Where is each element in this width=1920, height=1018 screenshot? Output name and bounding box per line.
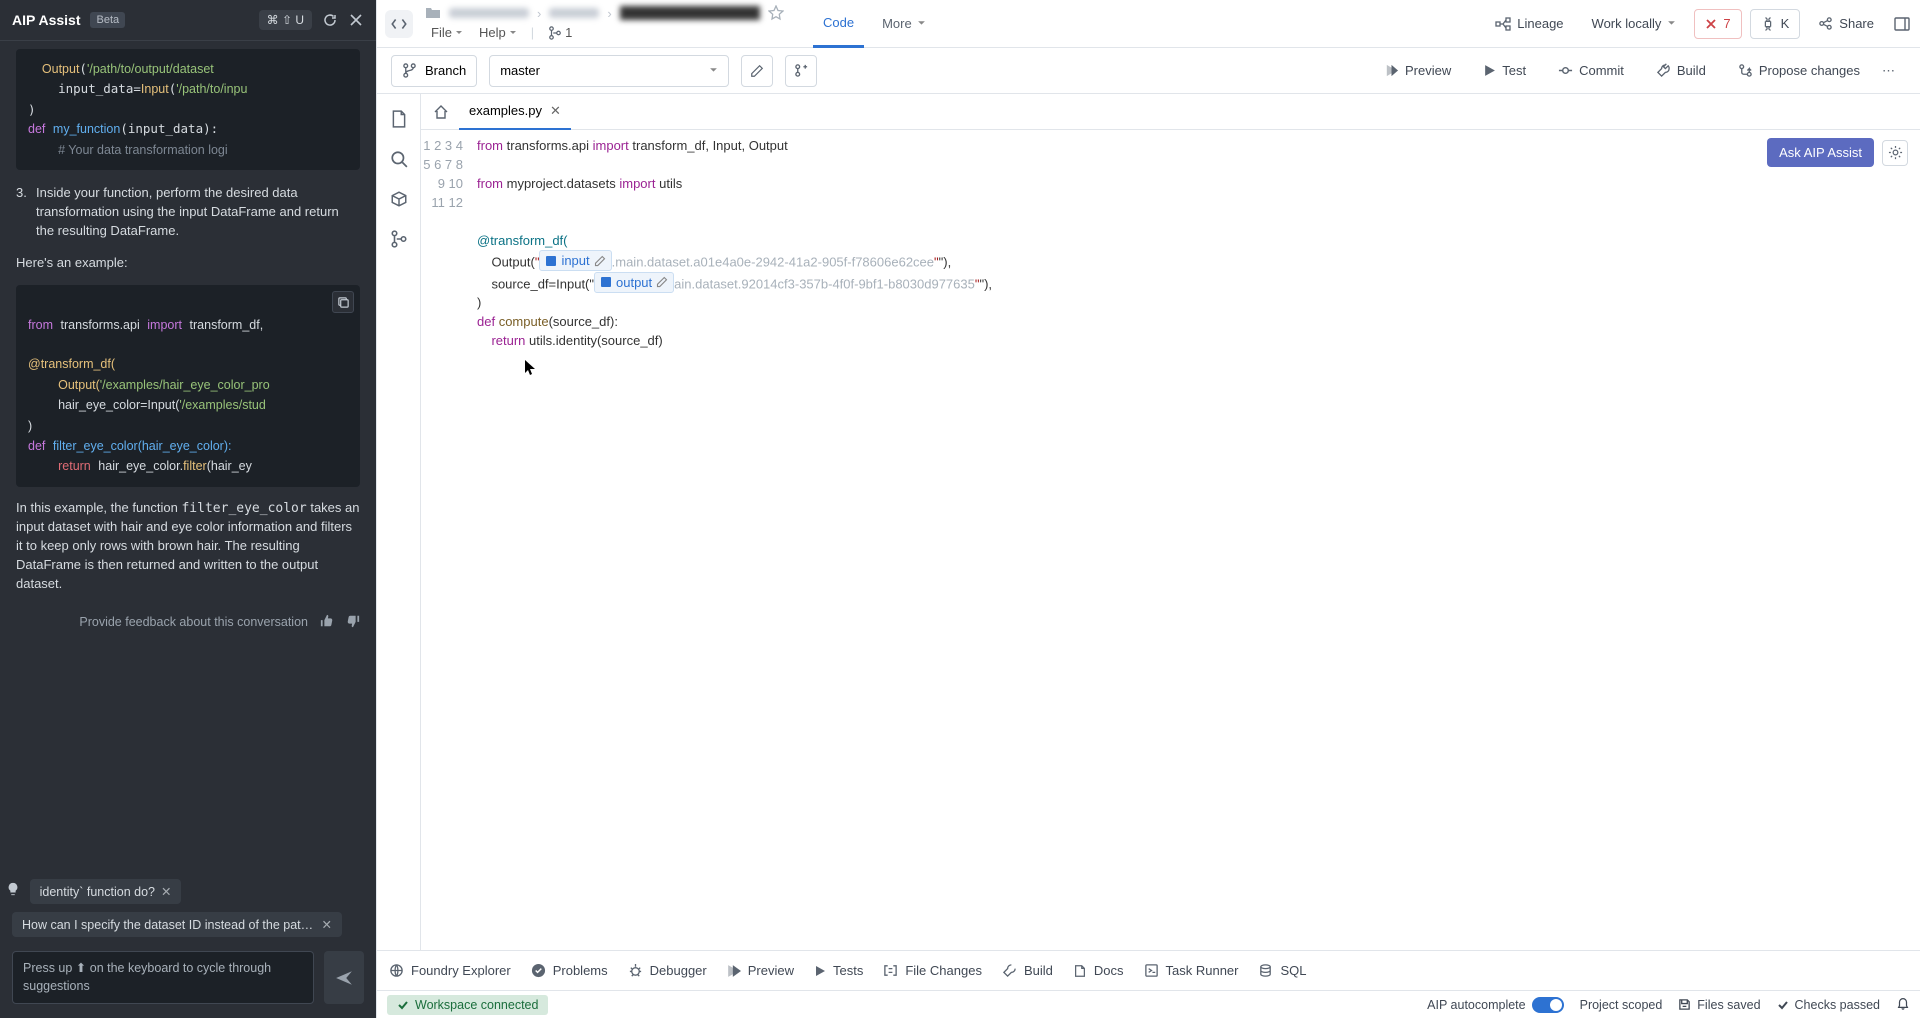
step-number: 3. [16,184,30,241]
breadcrumb-seg-2[interactable] [549,8,599,18]
branch-select[interactable]: master [489,55,729,87]
breadcrumb-seg-1[interactable] [449,8,529,18]
search-icon[interactable] [388,148,410,170]
branch-button[interactable]: Branch [391,55,477,87]
bottom-panel-tabs: Foundry Explorer Problems Debugger Previ… [377,950,1920,990]
tab-file-changes[interactable]: File Changes [883,963,982,978]
tab-build[interactable]: Build [1002,963,1053,978]
feedback-label: Provide feedback about this conversation [79,615,308,629]
breadcrumb-title [620,6,760,20]
suggestion-chip-1[interactable]: identity` function do? ✕ [30,879,182,904]
copy-icon[interactable] [332,291,354,313]
mouse-cursor-icon [525,360,537,381]
file-menu[interactable]: File [425,23,469,42]
tab-code[interactable]: Code [813,0,864,48]
aip-assist-panel: AIP Assist Beta ⌘ ⇧ U Output('/path/to/o… [0,0,376,1018]
propose-changes-button[interactable]: Propose changes [1728,55,1870,87]
work-locally-button[interactable]: Work locally [1582,9,1687,39]
tab-foundry-explorer[interactable]: Foundry Explorer [389,963,511,978]
aip-explanation: In this example, the function filter_eye… [16,499,360,594]
preview-button[interactable]: Preview [1374,55,1461,87]
dataset-chip-output[interactable]: output [594,272,674,293]
breadcrumb: › › File Help | 1 [425,5,805,42]
suggestion-chip-2[interactable]: How can I specify the dataset ID instead… [12,912,342,937]
workspace-status: Workspace connected [387,995,548,1015]
build-button[interactable]: Build [1646,55,1716,87]
tab-preview[interactable]: Preview [727,963,794,978]
aip-footer: identity` function do? ✕ How can I speci… [0,867,376,1018]
top-bar: › › File Help | 1 Code More Lineage [377,0,1920,48]
notifications-icon[interactable] [1896,996,1910,1013]
thumbs-down-icon[interactable] [346,614,360,631]
tab-sql[interactable]: SQL [1258,963,1306,978]
close-icon[interactable] [348,12,364,28]
more-icon[interactable]: ⋯ [1882,63,1906,79]
lineage-button[interactable]: Lineage [1485,9,1573,39]
tab-tests[interactable]: Tests [814,963,863,978]
close-icon[interactable]: ✕ [550,103,561,119]
package-icon[interactable] [388,188,410,210]
code-editor[interactable]: 1 2 3 4 5 6 7 8 9 10 11 12 from transfor… [421,130,1920,950]
example-intro: Here's an example: [16,254,360,273]
aip-title: AIP Assist [12,12,80,28]
send-button[interactable] [324,951,364,1004]
command-k-button[interactable]: K [1750,9,1801,39]
edit-icon[interactable] [741,55,773,87]
dataset-chip-input[interactable]: input [539,250,611,271]
tab-docs[interactable]: Docs [1073,963,1124,978]
new-branch-icon[interactable] [785,55,817,87]
aip-step-3: 3. Inside your function, perform the des… [16,184,360,241]
version-control-icon[interactable]: 1 [542,23,578,42]
branch-bar: Branch master Preview Test Commit Build … [377,48,1920,94]
share-button[interactable]: Share [1808,9,1884,39]
panel-toggle-icon[interactable] [1892,9,1912,39]
aip-input[interactable]: Press up ⬆ on the keyboard to cycle thro… [12,951,314,1004]
aip-code-block-1: Output('/path/to/output/dataset input_da… [16,49,360,170]
refresh-icon[interactable] [322,12,338,28]
tab-debugger[interactable]: Debugger [628,963,707,978]
feedback-row: Provide feedback about this conversation [16,606,360,635]
tab-task-runner[interactable]: Task Runner [1144,963,1239,978]
git-icon[interactable] [388,228,410,250]
aip-header: AIP Assist Beta ⌘ ⇧ U [0,0,376,41]
checks-passed-status: Checks passed [1777,998,1880,1012]
line-gutter: 1 2 3 4 5 6 7 8 9 10 11 12 [421,136,477,950]
files-saved-status: Files saved [1678,998,1760,1012]
aip-body: Output('/path/to/output/dataset input_da… [0,41,376,867]
thumbs-up-icon[interactable] [320,614,334,631]
tab-row: examples.py ✕ [421,94,1920,130]
home-icon[interactable] [425,96,457,128]
close-icon[interactable]: ✕ [161,884,171,899]
error-count-button[interactable]: 7 [1694,9,1741,39]
help-menu[interactable]: Help [473,23,523,42]
aip-autocomplete-toggle[interactable]: AIP autocomplete [1427,997,1563,1013]
icon-rail [377,94,421,950]
close-icon[interactable]: ✕ [322,917,332,932]
star-icon[interactable] [768,5,784,21]
main-area: › › File Help | 1 Code More Lineage [376,0,1920,1018]
aip-code-block-2: from transforms.api import transform_df,… [16,285,360,486]
folder-icon [425,5,441,21]
file-icon[interactable] [388,108,410,130]
file-tab-examples[interactable]: examples.py ✕ [459,94,571,130]
tab-problems[interactable]: Problems [531,963,608,978]
project-scoped-status: Project scoped [1580,998,1663,1012]
aip-beta-badge: Beta [90,12,125,28]
step-text: Inside your function, perform the desire… [36,184,360,241]
code-content[interactable]: from transforms.api import transform_df,… [477,136,1920,950]
editor: examples.py ✕ Ask AIP Assist 1 2 3 4 5 6… [421,94,1920,950]
commit-button[interactable]: Commit [1548,55,1634,87]
test-button[interactable]: Test [1473,55,1536,87]
status-bar: Workspace connected AIP autocomplete Pro… [377,990,1920,1018]
lightbulb-icon [6,884,20,899]
app-icon[interactable] [385,10,413,38]
tab-more[interactable]: More [872,0,936,48]
aip-shortcut: ⌘ ⇧ U [259,10,312,30]
